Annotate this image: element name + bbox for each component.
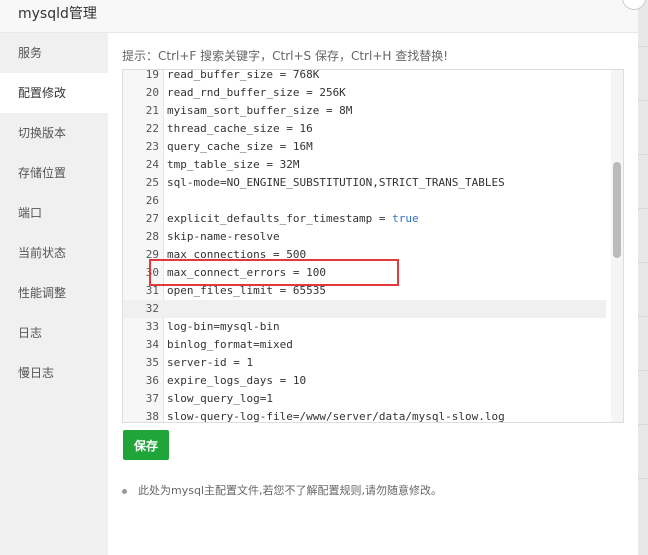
code-line[interactable]: 27 explicit_defaults_for_timestamp = true — [123, 210, 606, 228]
line-text: server-id = 1 — [167, 354, 253, 372]
highlight-box — [149, 259, 399, 286]
line-text: thread_cache_size = 16 — [167, 120, 313, 138]
line-text: skip-name-resolve — [167, 228, 280, 246]
sidebar-item-service[interactable]: 服务 — [0, 33, 108, 73]
sidebar-item-performance[interactable]: 性能调整 — [0, 273, 108, 313]
code-line[interactable]: 22 thread_cache_size = 16 — [123, 120, 606, 138]
editor-scrollbar[interactable] — [611, 70, 623, 422]
code-line[interactable]: 33 log-bin=mysql-bin — [123, 318, 606, 336]
line-number: 23 — [145, 140, 159, 153]
keyword-token: true — [392, 212, 419, 225]
sidebar-item-log[interactable]: 日志 — [0, 313, 108, 353]
sidebar: 服务 配置修改 切换版本 存储位置 端口 当前状态 性能调整 日志 慢日志 — [0, 33, 108, 555]
line-text: slow_query_log=1 — [167, 390, 273, 408]
line-text: tmp_table_size = 32M — [167, 156, 299, 174]
line-code: thread_cache_size = 16 — [167, 122, 313, 135]
editor-lines[interactable]: 19 read_buffer_size = 768K 20 read_rnd_buff… — [123, 69, 606, 423]
line-code: query_cache_size = 16M — [167, 140, 313, 153]
line-text: binlog_format=mixed — [167, 336, 293, 354]
line-code: slow-query-log-file=/www/server/data/mys… — [167, 410, 505, 423]
code-line[interactable]: 34 binlog_format=mixed — [123, 336, 606, 354]
line-number: 33 — [145, 320, 159, 333]
line-number: 25 — [145, 176, 159, 189]
line-number: 36 — [145, 374, 159, 387]
config-note-text: 此处为mysql主配置文件,若您不了解配置规则,请勿随意修改。 — [138, 484, 442, 497]
line-text: expire_logs_days = 10 — [167, 372, 306, 390]
line-number: 37 — [145, 392, 159, 405]
line-number: 34 — [145, 338, 159, 351]
line-text: myisam_sort_buffer_size = 8M — [167, 102, 352, 120]
code-line[interactable]: 23 query_cache_size = 16M — [123, 138, 606, 156]
line-text: sql-mode=NO_ENGINE_SUBSTITUTION,STRICT_T… — [167, 174, 505, 192]
line-code: log-bin=mysql-bin — [167, 320, 280, 333]
line-code: myisam_sort_buffer_size = 8M — [167, 104, 353, 117]
config-note: 此处为mysql主配置文件,若您不了解配置规则,请勿随意修改。 — [122, 482, 442, 498]
sidebar-item-storage[interactable]: 存储位置 — [0, 153, 108, 193]
shortcut-tip: 提示：Ctrl+F 搜索关键字，Ctrl+S 保存，Ctrl+H 查找替换! — [122, 49, 449, 63]
line-code: read_rnd_buffer_size = 256K — [167, 86, 346, 99]
code-line[interactable]: 19 read_buffer_size = 768K — [123, 69, 606, 84]
code-line[interactable]: 28 skip-name-resolve — [123, 228, 606, 246]
line-text: explicit_defaults_for_timestamp = true — [167, 210, 419, 228]
code-line[interactable]: 35 server-id = 1 — [123, 354, 606, 372]
editor-scroll-thumb[interactable] — [613, 162, 621, 258]
line-number: 26 — [145, 194, 159, 207]
line-text: slow-query-log-file=/www/server/data/mys… — [167, 408, 505, 423]
bullet-icon — [122, 488, 127, 494]
sidebar-item-status[interactable]: 当前状态 — [0, 233, 108, 273]
line-code: slow_query_log=1 — [167, 392, 273, 405]
line-number: 35 — [145, 356, 159, 369]
sidebar-item-slow-log[interactable]: 慢日志 — [0, 353, 108, 393]
line-code: read_buffer_size = 768K — [167, 69, 320, 81]
code-line[interactable]: 36 expire_logs_days = 10 — [123, 372, 606, 390]
line-number: 20 — [145, 86, 159, 99]
line-text: log-bin=mysql-bin — [167, 318, 280, 336]
sidebar-item-switch-version[interactable]: 切换版本 — [0, 113, 108, 153]
line-code: explicit_defaults_for_timestamp = — [167, 212, 393, 225]
sidebar-item-config[interactable]: 配置修改 — [0, 73, 108, 113]
line-number: 32 — [145, 302, 159, 315]
mysqld-dialog: mysqld管理 服务 配置修改 切换版本 存储位置 端口 当前状态 性能调整 … — [0, 0, 646, 555]
line-number: 22 — [145, 122, 159, 135]
line-code: server-id = 1 — [167, 356, 254, 369]
code-line[interactable]: 21 myisam_sort_buffer_size = 8M — [123, 102, 606, 120]
line-text: read_rnd_buffer_size = 256K — [167, 84, 346, 102]
line-number: 24 — [145, 158, 159, 171]
line-code: tmp_table_size = 32M — [167, 158, 300, 171]
line-code: sql-mode=NO_ENGINE_SUBSTITUTION,STRICT_T… — [167, 176, 505, 189]
code-line[interactable]: 32 — [123, 300, 606, 318]
sidebar-item-port[interactable]: 端口 — [0, 193, 108, 233]
line-code: binlog_format=mixed — [167, 338, 293, 351]
line-number: 38 — [145, 410, 159, 423]
line-text: query_cache_size = 16M — [167, 138, 313, 156]
code-line[interactable]: 20 read_rnd_buffer_size = 256K — [123, 84, 606, 102]
config-editor[interactable]: 19 read_buffer_size = 768K 20 read_rnd_buff… — [122, 69, 624, 423]
dialog-titlebar: mysqld管理 — [0, 0, 638, 33]
line-code: expire_logs_days = 10 — [167, 374, 307, 387]
code-line[interactable]: 37 slow_query_log=1 — [123, 390, 606, 408]
line-number: 28 — [145, 230, 159, 243]
code-line[interactable]: 25 sql-mode=NO_ENGINE_SUBSTITUTION,STRICT… — [123, 174, 606, 192]
line-number: 19 — [145, 69, 159, 81]
outer-scrollbar[interactable] — [638, 0, 648, 555]
main-content: 提示：Ctrl+F 搜索关键字，Ctrl+S 保存，Ctrl+H 查找替换! 1… — [108, 33, 638, 555]
code-line[interactable]: 24 tmp_table_size = 32M — [123, 156, 606, 174]
save-button[interactable]: 保存 — [123, 430, 169, 460]
line-text: read_buffer_size = 768K — [167, 69, 320, 84]
code-line[interactable]: 38 slow-query-log-file=/www/server/data/m… — [123, 408, 606, 423]
code-line[interactable]: 26 — [123, 192, 606, 210]
dialog-title: mysqld管理 — [18, 6, 97, 22]
line-number: 27 — [145, 212, 159, 225]
line-code: skip-name-resolve — [167, 230, 280, 243]
line-number: 21 — [145, 104, 159, 117]
